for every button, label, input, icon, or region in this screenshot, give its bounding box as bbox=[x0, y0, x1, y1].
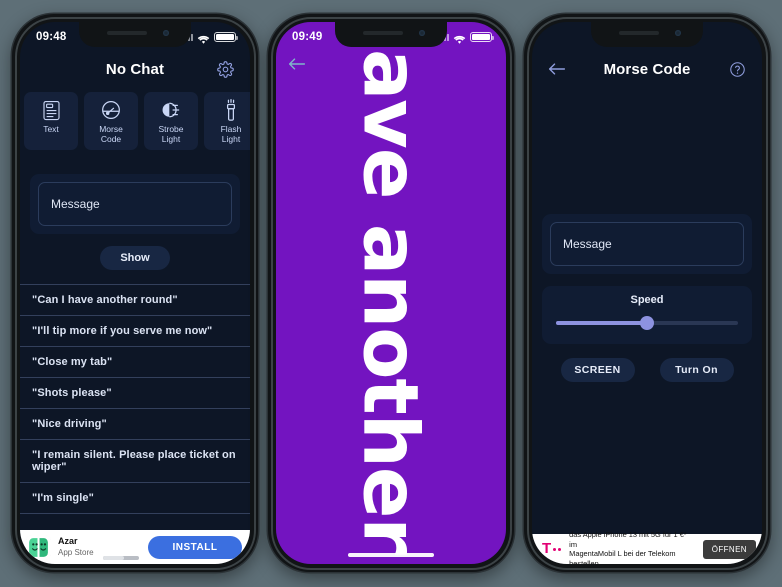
gear-icon[interactable] bbox=[214, 58, 236, 80]
install-button[interactable]: INSTALL bbox=[148, 535, 242, 559]
phone-device-2: Can I have another round 09:49 bbox=[268, 14, 514, 572]
mode-tab-bar[interactable]: Text Morse Code Strobe Light Flash Light bbox=[20, 92, 250, 150]
status-time: 09:49 bbox=[292, 31, 323, 43]
speed-slider[interactable] bbox=[556, 316, 738, 330]
azar-app-icon bbox=[26, 534, 51, 560]
telekom-logo-icon: T bbox=[538, 541, 562, 556]
ad-line-2: MagentaMobil L bei der Telekom bestellen… bbox=[569, 549, 676, 564]
list-item[interactable]: "I remain silent. Please place ticket on… bbox=[20, 439, 250, 482]
tab-strobe-light[interactable]: Strobe Light bbox=[144, 92, 198, 150]
tab-label: Morse Code bbox=[99, 124, 123, 144]
ad-line-1: das Apple iPhone 13 mit 5G für 1 €* im bbox=[569, 530, 687, 549]
front-camera-icon bbox=[419, 30, 425, 36]
home-indicator bbox=[348, 553, 434, 557]
ad-banner-telekom[interactable]: T das Apple iPhone 13 mit 5G für 1 €* im… bbox=[532, 530, 762, 564]
notch bbox=[79, 22, 191, 47]
turn-on-button[interactable]: Turn On bbox=[659, 358, 734, 382]
phrase-list: "Can I have another round" "I'll tip mor… bbox=[20, 284, 250, 551]
phone2-screen: Can I have another round 09:49 bbox=[276, 22, 506, 564]
tab-flash-light[interactable]: Flash Light bbox=[204, 92, 250, 150]
wifi-icon bbox=[453, 32, 466, 44]
slider-knob[interactable] bbox=[640, 316, 654, 330]
ad-banner-azar[interactable]: Azar App Store INSTALL bbox=[20, 530, 250, 564]
help-circle-icon[interactable] bbox=[726, 58, 748, 80]
gauge-icon bbox=[101, 99, 121, 121]
rotated-message-display: Can I have another round bbox=[276, 22, 506, 564]
phone-device-3: Morse Code Message Speed SCREEN Turn On … bbox=[524, 14, 770, 572]
slider-fill bbox=[556, 321, 647, 325]
screenshot-stage: 09:48 No Chat Text Morse Code Strobe Lig… bbox=[0, 0, 782, 587]
message-card: Message bbox=[542, 214, 752, 274]
document-text-icon bbox=[42, 99, 61, 121]
list-item[interactable]: "Shots please" bbox=[20, 377, 250, 408]
screen-button[interactable]: SCREEN bbox=[560, 358, 635, 382]
phone3-screen: Morse Code Message Speed SCREEN Turn On … bbox=[532, 22, 762, 564]
ad-progress-bar bbox=[102, 556, 139, 560]
ad-progress-area bbox=[101, 530, 141, 564]
list-item[interactable]: "Nice driving" bbox=[20, 408, 250, 439]
show-button-row: Show bbox=[20, 246, 250, 270]
tab-text[interactable]: Text bbox=[24, 92, 78, 150]
headlight-beam-icon bbox=[160, 99, 182, 121]
front-camera-icon bbox=[163, 30, 169, 36]
phone1-app-header: No Chat bbox=[20, 52, 250, 86]
speed-label: Speed bbox=[630, 294, 664, 306]
phone3-app-header: Morse Code bbox=[532, 52, 762, 86]
earpiece-speaker bbox=[363, 31, 403, 35]
action-button-row: SCREEN Turn On bbox=[532, 358, 762, 382]
status-time: 09:48 bbox=[36, 31, 67, 43]
earpiece-speaker bbox=[107, 31, 147, 35]
list-item[interactable]: "I'm single" bbox=[20, 482, 250, 513]
back-arrow-icon[interactable] bbox=[288, 56, 306, 77]
list-item[interactable]: "I'll tip more if you serve me now" bbox=[20, 315, 250, 346]
phone-device-1: 09:48 No Chat Text Morse Code Strobe Lig… bbox=[12, 14, 258, 572]
speed-card: Speed bbox=[542, 286, 752, 344]
notch bbox=[591, 22, 703, 47]
tab-label: Strobe Light bbox=[158, 124, 184, 144]
message-input[interactable]: Message bbox=[38, 182, 232, 226]
ad-title: Azar bbox=[58, 536, 78, 546]
ad-subtitle: App Store bbox=[58, 548, 94, 557]
message-card: Message bbox=[30, 174, 240, 234]
open-button[interactable]: ÖFFNEN bbox=[702, 539, 756, 559]
tab-morse-code[interactable]: Morse Code bbox=[84, 92, 138, 150]
ad-text-block: das Apple iPhone 13 mit 5G für 1 €* im M… bbox=[569, 530, 695, 564]
earpiece-speaker bbox=[619, 31, 659, 35]
battery-icon bbox=[214, 31, 238, 43]
battery-icon bbox=[470, 31, 494, 43]
ad-text-block: Azar App Store bbox=[58, 536, 94, 558]
notch bbox=[335, 22, 447, 47]
show-button[interactable]: Show bbox=[100, 246, 170, 270]
phone1-screen: 09:48 No Chat Text Morse Code Strobe Lig… bbox=[20, 22, 250, 564]
tab-label: Text bbox=[43, 124, 59, 134]
list-item[interactable]: "Close my tab" bbox=[20, 346, 250, 377]
front-camera-icon bbox=[675, 30, 681, 36]
flashlight-icon bbox=[223, 99, 239, 121]
list-item[interactable]: "Can I have another round" bbox=[20, 284, 250, 315]
message-input[interactable]: Message bbox=[550, 222, 744, 266]
display-text: Can I have another round bbox=[347, 22, 437, 564]
tab-label: Flash Light bbox=[220, 124, 242, 144]
back-arrow-icon[interactable] bbox=[546, 58, 568, 80]
wifi-icon bbox=[197, 32, 210, 44]
